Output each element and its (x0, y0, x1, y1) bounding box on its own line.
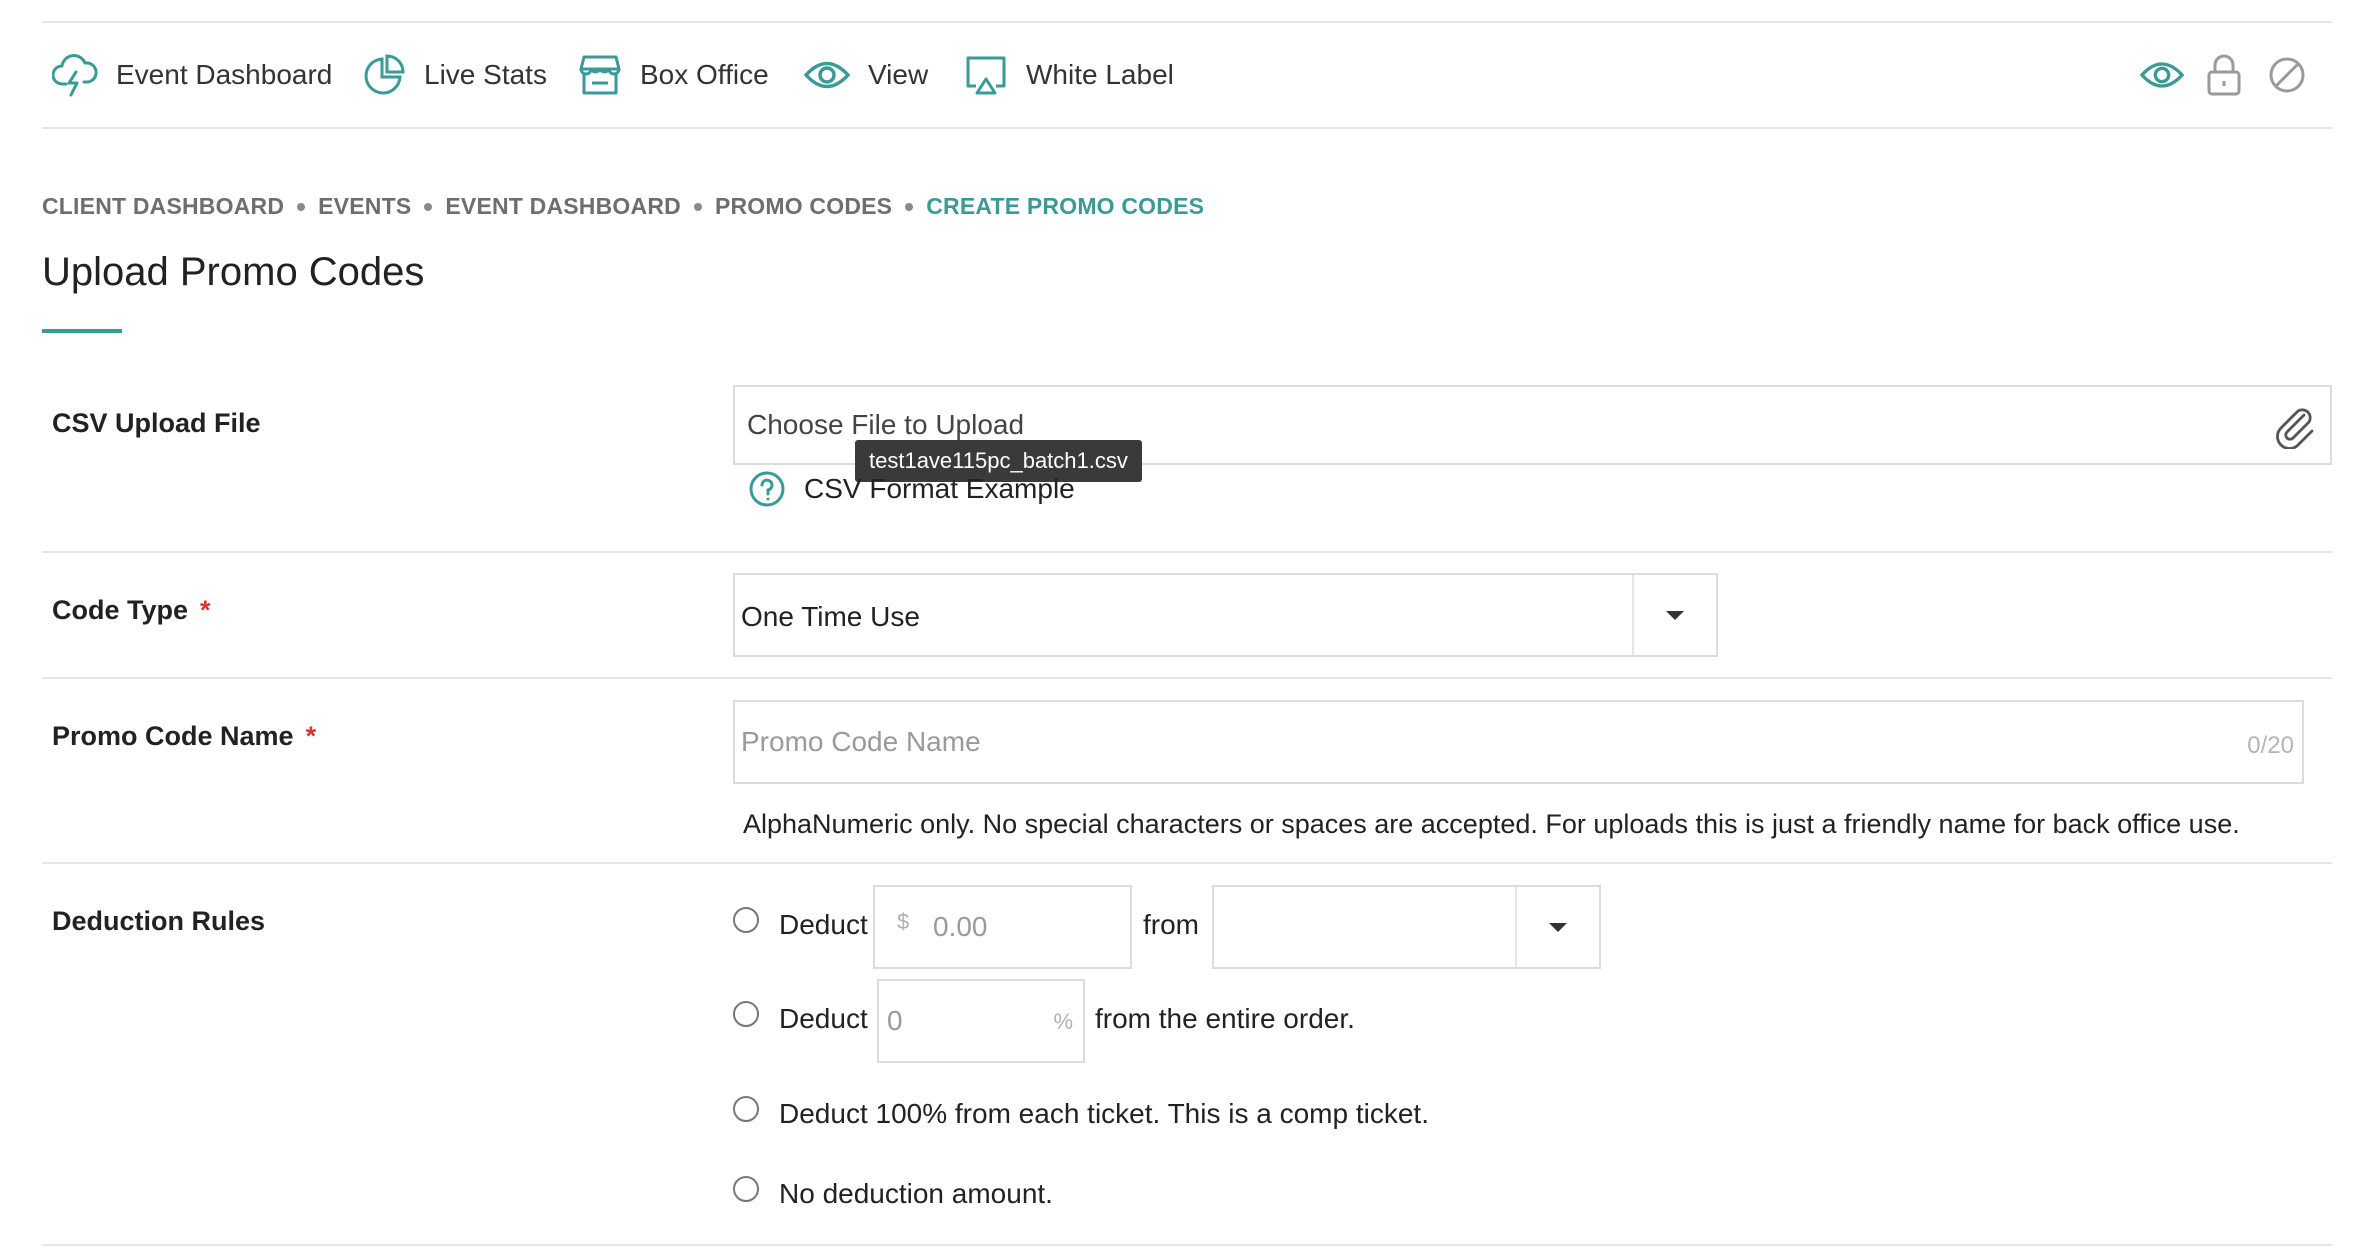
deduct-from-text: from (1143, 909, 1199, 940)
promo-code-name-label: Promo Code Name * (52, 721, 316, 752)
breadcrumb-promo-codes[interactable]: PROMO CODES (715, 193, 892, 220)
nav-live-stats[interactable]: Live Stats (362, 23, 547, 127)
row-divider (42, 551, 2332, 553)
deduct-percent-radio[interactable] (733, 1001, 759, 1027)
nav-event-dashboard[interactable]: Event Dashboard (52, 23, 332, 127)
lock-icon[interactable] (2206, 53, 2242, 97)
nav-white-label[interactable]: White Label (964, 23, 1174, 127)
cast-screen-icon (966, 56, 1006, 95)
nav-event-dashboard-label: Event Dashboard (116, 59, 333, 90)
breadcrumb-event-dashboard[interactable]: EVENT DASHBOARD (445, 193, 681, 220)
lightning-cloud-icon (52, 54, 98, 97)
deduct-from-select[interactable] (1212, 885, 1601, 969)
paperclip-icon[interactable] (2274, 403, 2316, 449)
deduct-percent-input[interactable] (887, 981, 1037, 1061)
code-type-label: Code Type * (52, 595, 211, 626)
comp-ticket-text: Deduct 100% from each ticket. This is a … (779, 1098, 1429, 1129)
top-navbar: Event Dashboard Live Stats Box Office Vi… (42, 23, 2332, 129)
code-type-label-text: Code Type (52, 595, 189, 625)
deduct-amount-input[interactable] (933, 887, 1123, 967)
breadcrumb-separator (905, 202, 914, 211)
nav-live-stats-label: Live Stats (424, 59, 547, 90)
eye-icon (804, 61, 850, 89)
pie-chart-icon (364, 54, 405, 95)
percent-symbol: % (1053, 1009, 1073, 1034)
comp-ticket-radio[interactable] (733, 1096, 759, 1122)
breadcrumb-separator (424, 202, 433, 211)
required-mark: * (305, 721, 317, 751)
csv-upload-label: CSV Upload File (52, 408, 261, 438)
deduction-rules-label: Deduction Rules (52, 906, 266, 936)
breadcrumb-separator (297, 202, 306, 211)
row-divider (42, 862, 2332, 864)
deduct-amount-radio[interactable] (733, 907, 759, 933)
breadcrumb-events[interactable]: EVENTS (318, 193, 411, 220)
nav-white-label-label: White Label (1026, 59, 1174, 90)
deduct-percent-prefix: Deduct (779, 1003, 868, 1034)
deduct-percent-suffix: from the entire order. (1095, 1003, 1355, 1034)
character-counter: 0/20 (2247, 732, 2294, 759)
csv-format-example-label: CSV Format Example (804, 473, 1075, 504)
dropdown-arrow[interactable] (1515, 887, 1599, 967)
file-input-placeholder: Choose File to Upload (747, 409, 1025, 440)
breadcrumb: CLIENT DASHBOARD EVENTS EVENT DASHBOARD … (42, 193, 1204, 220)
caret-down-icon (1549, 922, 1567, 932)
no-deduction-radio[interactable] (733, 1176, 759, 1202)
help-circle-icon (749, 471, 785, 507)
breadcrumb-separator (693, 202, 702, 211)
breadcrumb-current: CREATE PROMO CODES (926, 193, 1205, 219)
breadcrumb-client-dashboard[interactable]: CLIENT DASHBOARD (42, 193, 284, 220)
title-underline (42, 329, 122, 333)
no-deduction-text: No deduction amount. (779, 1178, 1053, 1209)
dropdown-arrow[interactable] (1632, 575, 1716, 655)
nav-view[interactable]: View (804, 23, 928, 127)
deduct-amount-field: $ (873, 885, 1132, 969)
block-icon[interactable] (2268, 56, 2306, 94)
currency-symbol: $ (897, 909, 910, 934)
nav-view-label: View (868, 59, 929, 90)
nav-box-office[interactable]: Box Office (578, 23, 769, 127)
promo-code-name-help: AlphaNumeric only. No special characters… (743, 809, 2240, 839)
row-divider (42, 677, 2332, 679)
caret-down-icon (1666, 610, 1684, 620)
required-mark: * (200, 595, 211, 625)
box-office-icon (579, 55, 621, 95)
deduct-amount-prefix: Deduct (779, 909, 868, 940)
promo-code-name-label-text: Promo Code Name (52, 721, 294, 751)
deduct-percent-field: % (877, 979, 1085, 1063)
code-type-select[interactable]: One Time Use (733, 573, 1718, 657)
nav-right-icons (2140, 23, 2306, 127)
eye-icon[interactable] (2140, 58, 2184, 92)
promo-code-name-field: 0/20 (733, 700, 2304, 784)
row-divider (42, 1244, 2332, 1246)
code-type-value: One Time Use (741, 601, 920, 632)
page-title: Upload Promo Codes (42, 250, 425, 294)
nav-box-office-label: Box Office (640, 59, 769, 90)
csv-format-example-link[interactable]: CSV Format Example (748, 470, 1075, 508)
promo-code-name-input[interactable] (735, 702, 2302, 782)
